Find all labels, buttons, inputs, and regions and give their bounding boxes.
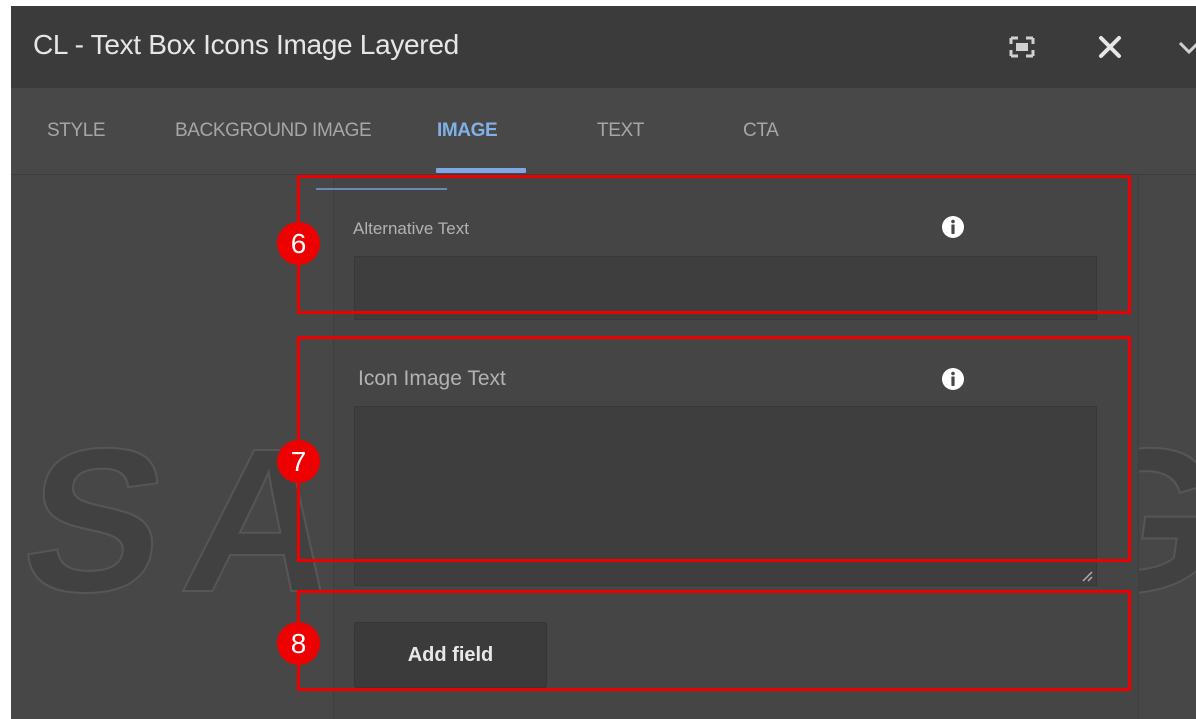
- tab-cta[interactable]: CTA: [743, 120, 779, 142]
- panel-top-divider: [316, 188, 447, 190]
- tab-background-image[interactable]: BACKGROUND IMAGE: [175, 120, 372, 142]
- add-field-button[interactable]: Add field: [354, 622, 547, 688]
- tab-image[interactable]: IMAGE: [437, 120, 498, 142]
- fullscreen-icon[interactable]: [1009, 36, 1035, 58]
- icon-image-text-label: Icon Image Text: [358, 367, 506, 390]
- dialog-titlebar: CL - Text Box Icons Image Layered: [11, 6, 1196, 88]
- annotation-badge-6: 6: [277, 222, 320, 265]
- alternative-text-label: Alternative Text: [353, 219, 469, 238]
- chevron-down-icon[interactable]: [1177, 38, 1196, 58]
- annotation-badge-7: 7: [277, 440, 320, 483]
- annotation-badge-8: 8: [277, 622, 320, 665]
- info-icon[interactable]: [941, 215, 965, 239]
- dialog: CL - Text Box Icons Image Layered STYLE …: [11, 6, 1196, 719]
- icon-image-text-textarea[interactable]: [354, 406, 1097, 586]
- close-icon[interactable]: [1096, 33, 1124, 61]
- alternative-text-input[interactable]: [354, 256, 1097, 320]
- dialog-content: SAMSUNG Alternative Text Icon Image Text…: [11, 175, 1196, 719]
- tab-bar: STYLE BACKGROUND IMAGE IMAGE TEXT CTA: [11, 88, 1196, 175]
- active-tab-indicator: [436, 168, 526, 173]
- info-icon[interactable]: [941, 367, 965, 391]
- dialog-title: CL - Text Box Icons Image Layered: [33, 29, 459, 60]
- resize-grip-icon[interactable]: [1079, 568, 1093, 582]
- tab-style[interactable]: STYLE: [47, 120, 106, 142]
- tab-text[interactable]: TEXT: [597, 120, 644, 142]
